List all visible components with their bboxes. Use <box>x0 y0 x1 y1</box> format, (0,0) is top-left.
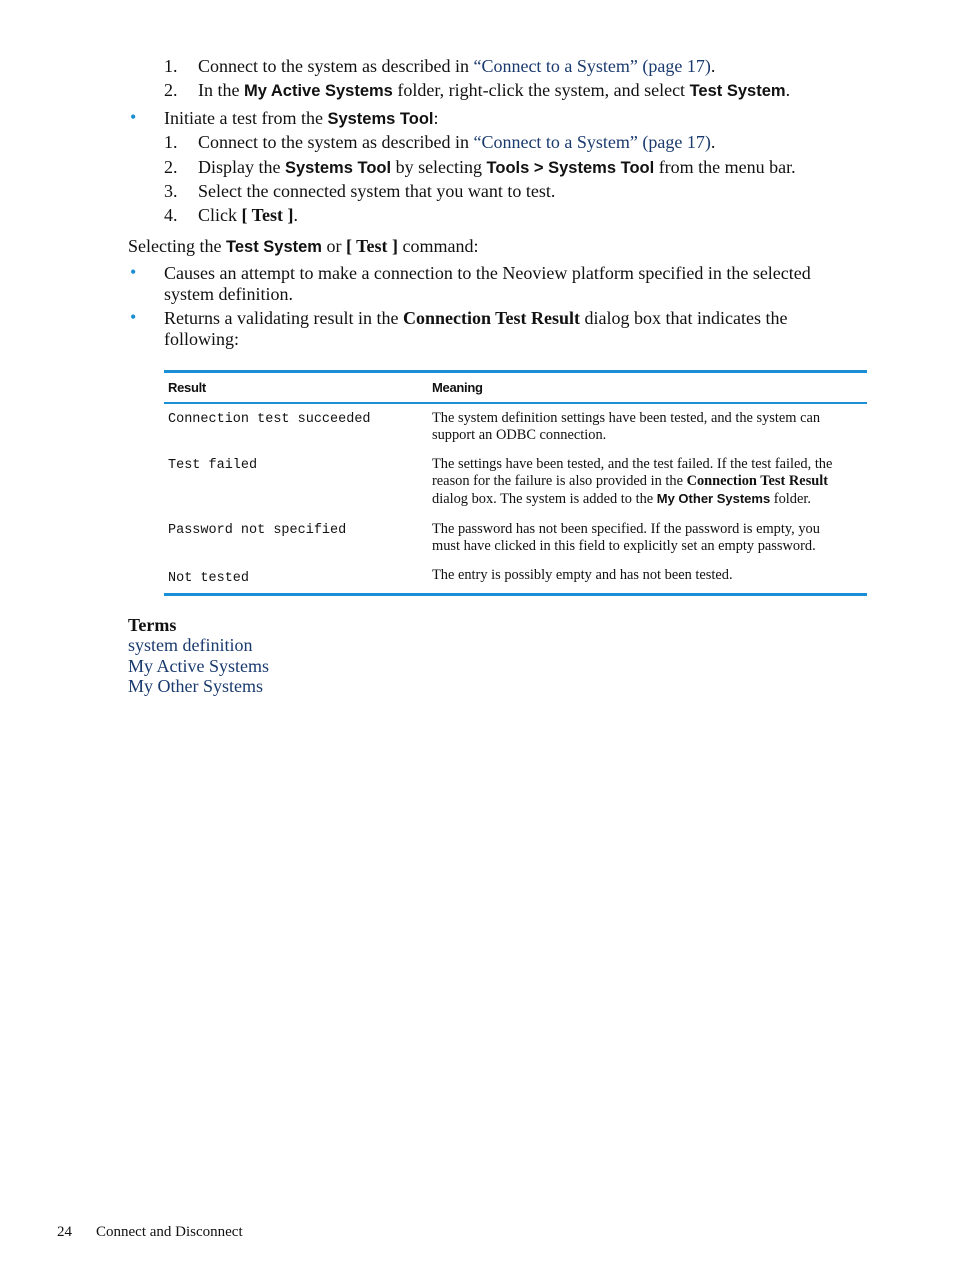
meaning-cell: The password has not been specified. If … <box>428 521 867 555</box>
item-text: Select the connected system that you wan… <box>198 181 556 201</box>
connect-to-system-link[interactable]: “Connect to a System” (page 17) <box>473 132 710 152</box>
ui-term: Connection Test Result <box>402 308 580 328</box>
list-number: 1. <box>164 56 178 76</box>
item-text: dialog box that indicates the <box>579 308 788 328</box>
list-number: 4. <box>164 205 178 225</box>
bullet-item-cont: system definition. <box>164 284 293 304</box>
ui-term: Test System <box>689 82 786 100</box>
bullet-item-cont: following: <box>164 329 239 349</box>
item-text: or <box>321 236 346 256</box>
item-text: Connect to the system as described in <box>198 56 474 76</box>
meaning-line: dialog box. The system is added to the M… <box>432 490 863 508</box>
item-text: In the <box>198 80 244 100</box>
bullet-icon: • <box>130 107 137 127</box>
term-link-my-active-systems[interactable]: My Active Systems <box>128 656 269 677</box>
meaning-line: reason for the failure is also provided … <box>432 473 863 490</box>
meaning-text: dialog box. The system is added to the <box>432 491 657 507</box>
result-table: Result Meaning Connection test succeeded… <box>164 370 867 596</box>
table-row: Not tested The entry is possibly empty a… <box>164 567 867 587</box>
meaning-line: The password has not been specified. If … <box>432 521 820 537</box>
list-number: 2. <box>164 80 178 100</box>
item-text: . <box>710 56 716 76</box>
list-item: Select the connected system that you wan… <box>198 181 555 202</box>
item-text: command: <box>398 236 479 256</box>
terms-heading: Terms <box>128 615 177 635</box>
item-text: folder, right-click the system, and sele… <box>392 80 690 100</box>
meaning-text: reason for the failure is also provided … <box>432 473 687 489</box>
result-cell: Not tested <box>168 571 250 586</box>
table-header-rule <box>164 402 867 404</box>
item-text: : <box>433 108 439 128</box>
item-text: . <box>710 132 716 152</box>
item-text: Click <box>198 205 242 225</box>
column-header-meaning: Meaning <box>432 380 483 395</box>
meaning-cell: The entry is possibly empty and has not … <box>428 567 867 587</box>
ui-term: [ Test ] <box>241 205 294 225</box>
list-item: Connect to the system as described in “C… <box>198 56 715 77</box>
table-row: Password not specified The password has … <box>164 521 867 555</box>
table-header: Result Meaning <box>164 373 867 402</box>
meaning-line: must have clicked in this field to expli… <box>432 538 816 554</box>
meaning-text: folder. <box>770 491 811 507</box>
item-text: from the menu bar. <box>654 157 796 177</box>
item-text: Selecting the <box>128 236 226 256</box>
item-text: Display the <box>198 157 285 177</box>
connect-to-system-link[interactable]: “Connect to a System” (page 17) <box>473 56 710 76</box>
item-text: . <box>785 80 791 100</box>
item-text: Returns a validating result in the <box>164 308 403 328</box>
meaning-line: The entry is possibly empty and has not … <box>432 567 733 583</box>
bullet-icon: • <box>130 262 137 282</box>
item-text: by selecting <box>391 157 487 177</box>
item-text: Connect to the system as described in <box>198 132 474 152</box>
table-row: Test failed The settings have been teste… <box>164 456 867 508</box>
table-row: Connection test succeeded The system def… <box>164 410 867 444</box>
ui-term: Test System <box>225 238 322 256</box>
meaning-line: The system definition settings have been… <box>432 410 821 426</box>
ui-term: My Other Systems <box>656 491 771 506</box>
bullet-item: Initiate a test from the Systems Tool: <box>164 108 439 130</box>
ui-term: Systems Tool <box>285 159 392 177</box>
meaning-line: The settings have been tested, and the t… <box>432 456 833 472</box>
table-bottom-rule <box>164 593 867 596</box>
ui-term: [ Test ] <box>345 236 398 256</box>
ui-term: My Active Systems <box>243 82 393 100</box>
paragraph: Selecting the Test System or [ Test ] co… <box>128 236 478 258</box>
bullet-icon: • <box>130 307 137 327</box>
list-item: Connect to the system as described in “C… <box>198 132 715 153</box>
result-cell: Test failed <box>168 458 258 473</box>
meaning-cell: The settings have been tested, and the t… <box>428 456 867 508</box>
bullet-item: Causes an attempt to make a connection t… <box>164 263 811 283</box>
column-header-result: Result <box>168 380 206 395</box>
list-number: 3. <box>164 181 178 201</box>
term-link-system-definition[interactable]: system definition <box>128 635 253 656</box>
page-number: 24 <box>57 1224 72 1240</box>
item-text: Initiate a test from the <box>164 108 328 128</box>
list-item: Click [ Test ]. <box>198 205 298 226</box>
item-text: . <box>293 205 299 225</box>
result-cell: Connection test succeeded <box>168 412 371 427</box>
ui-term: Connection Test Result <box>686 473 829 489</box>
document-page: 1. Connect to the system as described in… <box>0 0 954 1271</box>
list-number: 2. <box>164 157 178 177</box>
result-cell: Password not specified <box>168 523 347 538</box>
meaning-cell: The system definition settings have been… <box>428 410 867 444</box>
ui-term: Tools > Systems Tool <box>486 159 655 177</box>
list-number: 1. <box>164 132 178 152</box>
ui-term: Systems Tool <box>327 110 434 128</box>
footer-section-title: Connect and Disconnect <box>96 1224 243 1240</box>
bullet-item: Returns a validating result in the Conne… <box>164 308 787 329</box>
term-link-my-other-systems[interactable]: My Other Systems <box>128 676 263 697</box>
meaning-line: support an ODBC connection. <box>432 427 607 443</box>
list-item: In the My Active Systems folder, right-c… <box>198 80 790 102</box>
list-item: Display the Systems Tool by selecting To… <box>198 157 796 179</box>
